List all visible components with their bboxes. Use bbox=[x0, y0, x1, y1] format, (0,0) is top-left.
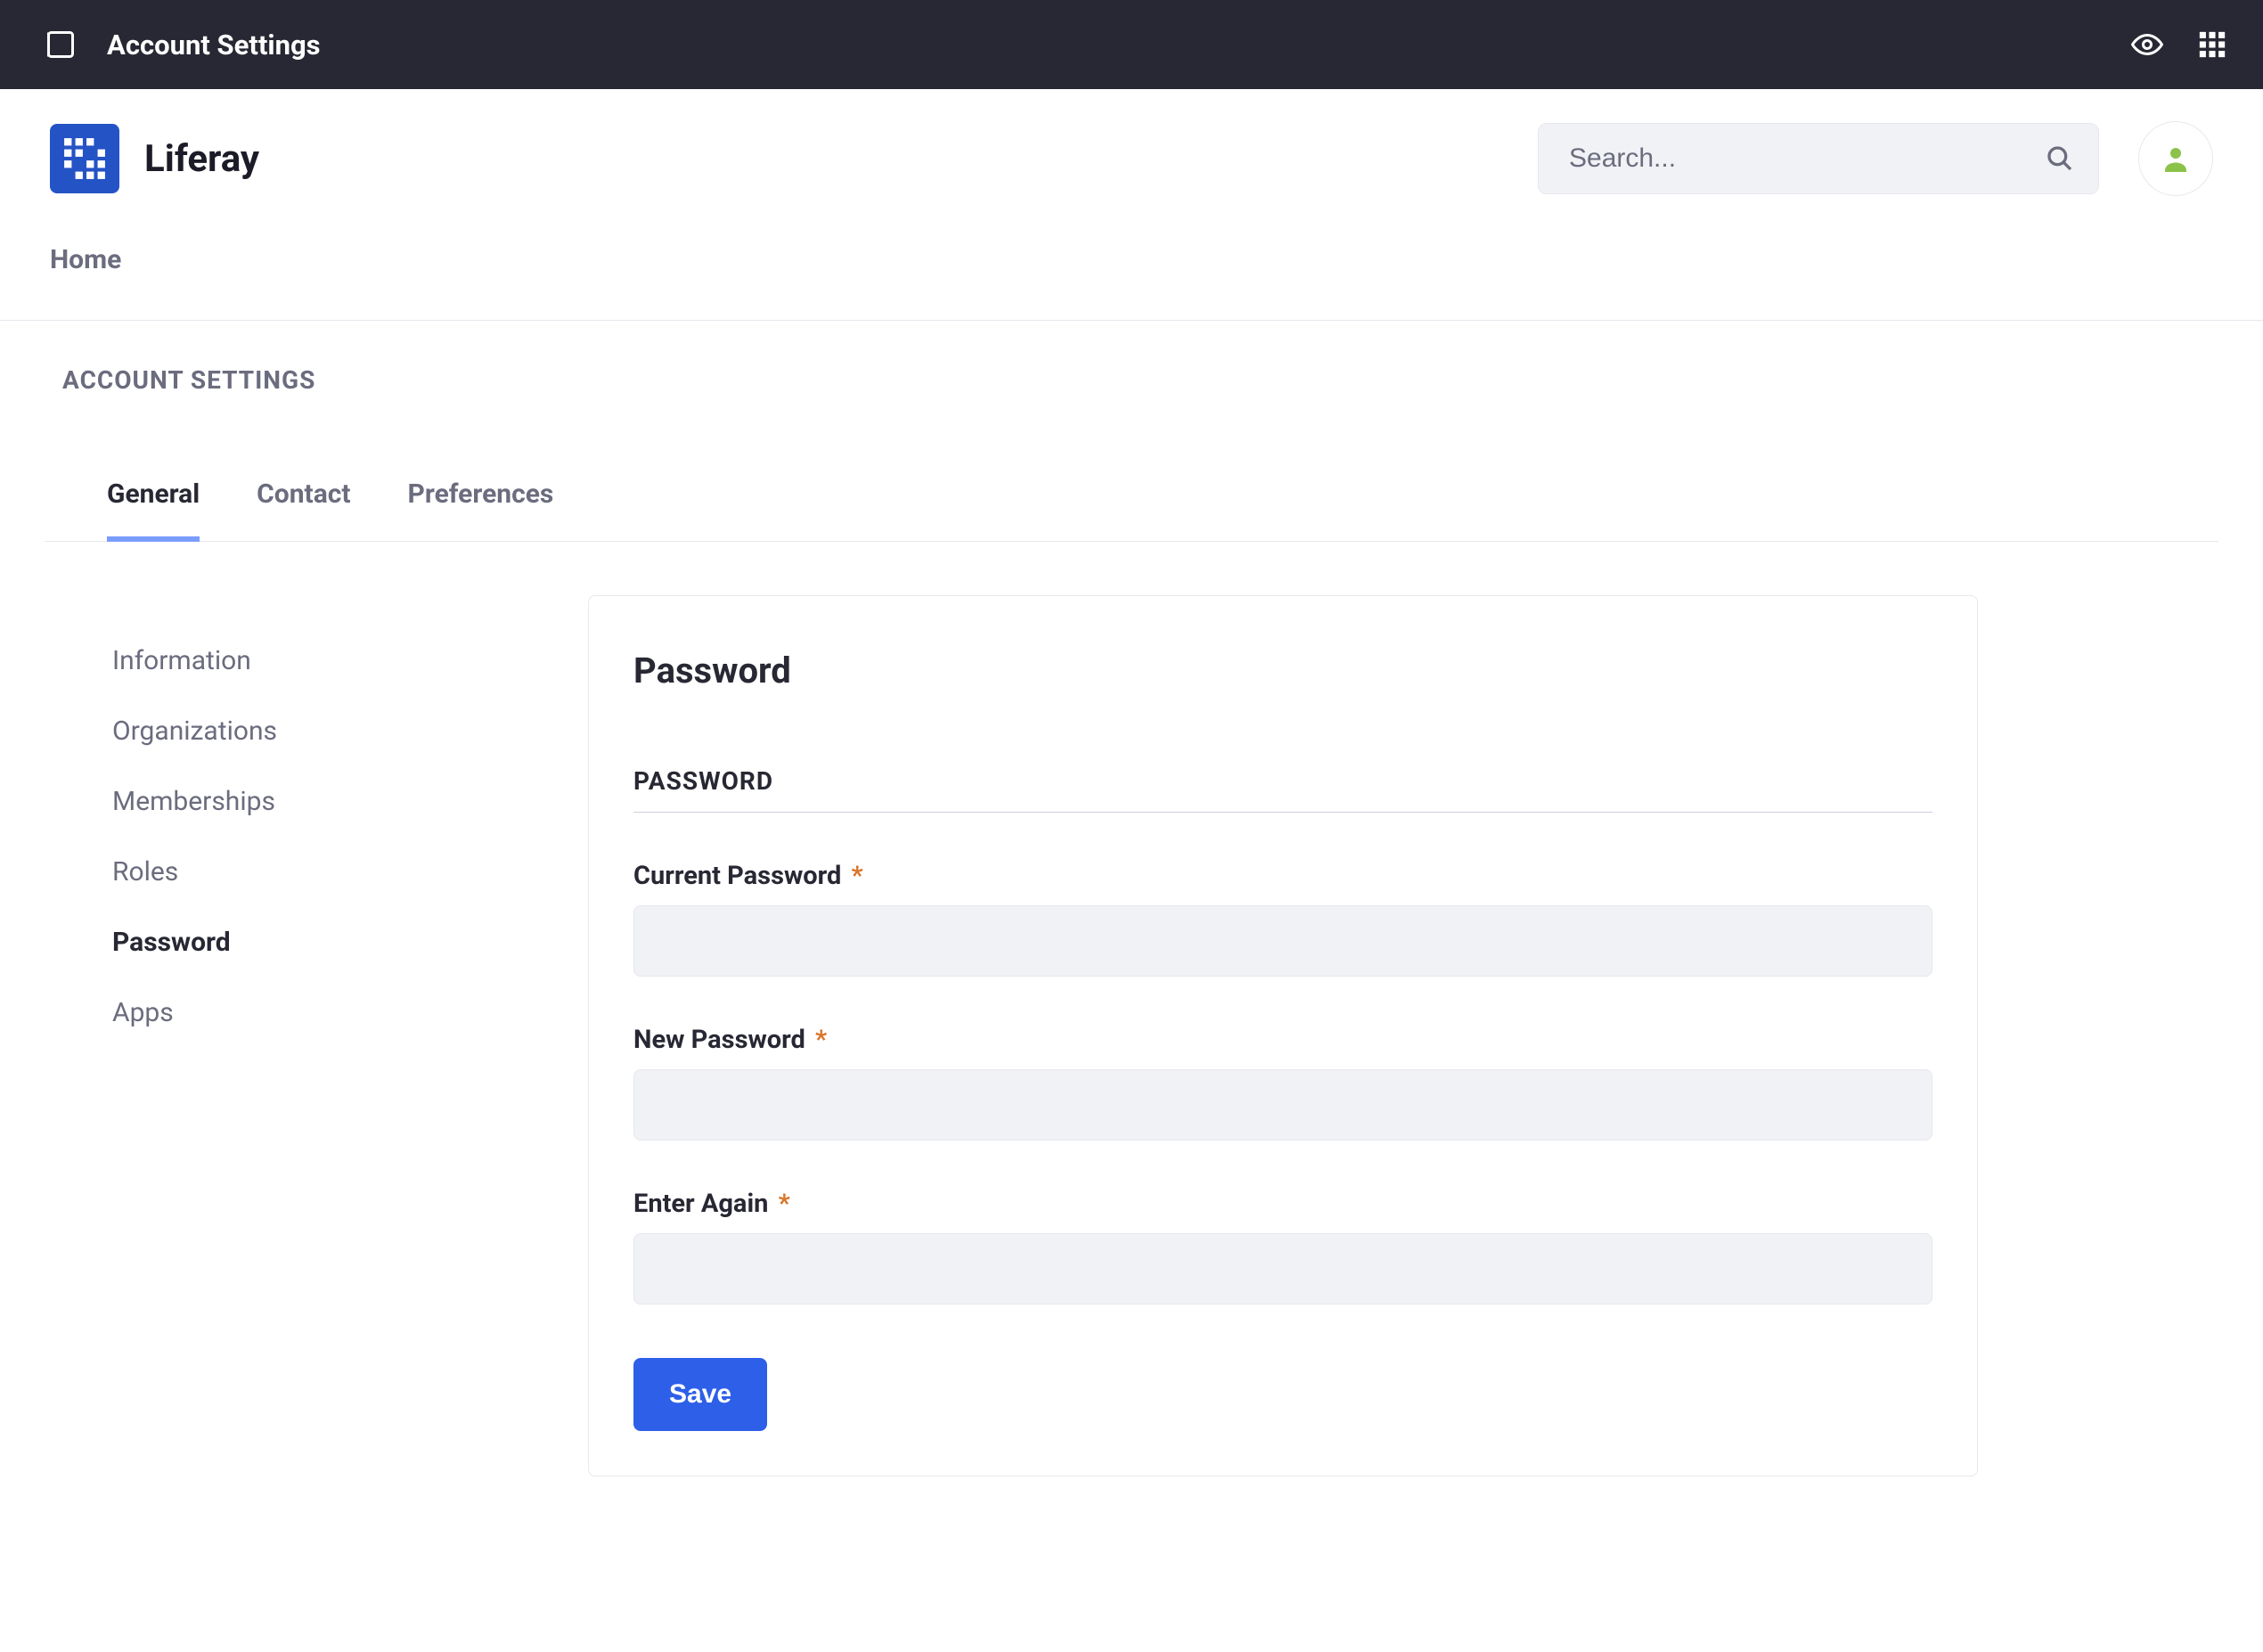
required-mark: * bbox=[852, 861, 863, 891]
brand[interactable]: Liferay bbox=[50, 124, 259, 193]
apps-grid-button[interactable] bbox=[2197, 29, 2227, 60]
new-password-field[interactable] bbox=[633, 1069, 1932, 1141]
topbar-title: Account Settings bbox=[107, 29, 321, 61]
form-group-new-password: New Password * bbox=[633, 1025, 1932, 1141]
required-mark: * bbox=[779, 1189, 790, 1219]
simulation-preview-button[interactable] bbox=[2131, 29, 2163, 61]
primary-nav: Home bbox=[0, 205, 2263, 321]
panel-toggle-button[interactable] bbox=[45, 29, 77, 61]
sidenav-item-password[interactable]: Password bbox=[89, 907, 517, 977]
content: Information Organizations Memberships Ro… bbox=[0, 542, 2263, 1548]
liferay-logo-icon bbox=[62, 136, 107, 181]
new-password-label-text: New Password bbox=[633, 1025, 805, 1055]
search-icon bbox=[2046, 144, 2074, 173]
nav-home[interactable]: Home bbox=[50, 244, 121, 275]
tab-general[interactable]: General bbox=[107, 478, 200, 542]
new-password-label: New Password * bbox=[633, 1025, 1932, 1055]
enter-again-label-text: Enter Again bbox=[633, 1189, 768, 1219]
sidenav-item-organizations[interactable]: Organizations bbox=[89, 696, 517, 766]
topbar: Account Settings bbox=[0, 0, 2263, 89]
sidenav-item-information[interactable]: Information bbox=[89, 626, 517, 696]
sidenav: Information Organizations Memberships Ro… bbox=[89, 595, 517, 1476]
form-group-current-password: Current Password * bbox=[633, 861, 1932, 977]
header-right bbox=[1538, 121, 2213, 196]
tab-preferences[interactable]: Preferences bbox=[408, 478, 554, 542]
sidenav-item-apps[interactable]: Apps bbox=[89, 977, 517, 1048]
save-button[interactable]: Save bbox=[633, 1358, 767, 1431]
current-password-label: Current Password * bbox=[633, 861, 1932, 891]
breadcrumb: ACCOUNT SETTINGS bbox=[0, 321, 2263, 421]
sidenav-item-memberships[interactable]: Memberships bbox=[89, 766, 517, 837]
enter-again-label: Enter Again * bbox=[633, 1189, 1932, 1219]
panel-password: Password PASSWORD Current Password * New… bbox=[588, 595, 1978, 1476]
topbar-left: Account Settings bbox=[45, 29, 321, 61]
topbar-right bbox=[2131, 29, 2227, 61]
grid-icon bbox=[2197, 29, 2227, 60]
panel-title: Password bbox=[633, 650, 1932, 691]
search-button[interactable] bbox=[2046, 123, 2074, 194]
current-password-label-text: Current Password bbox=[633, 861, 841, 891]
search-wrap bbox=[1538, 123, 2099, 194]
user-icon bbox=[2160, 143, 2192, 175]
button-row: Save bbox=[633, 1358, 1932, 1431]
sidebar-panel-icon bbox=[45, 29, 77, 61]
eye-icon bbox=[2131, 29, 2163, 61]
tab-contact[interactable]: Contact bbox=[257, 478, 350, 542]
current-password-field[interactable] bbox=[633, 905, 1932, 977]
user-avatar-button[interactable] bbox=[2138, 121, 2213, 196]
sidenav-item-roles[interactable]: Roles bbox=[89, 837, 517, 907]
tabs: General Contact Preferences bbox=[45, 421, 2218, 542]
site-header: Liferay bbox=[0, 89, 2263, 205]
brand-name: Liferay bbox=[144, 137, 259, 181]
form-group-enter-again: Enter Again * bbox=[633, 1189, 1932, 1304]
search-input[interactable] bbox=[1538, 123, 2099, 194]
fieldset-title: PASSWORD bbox=[633, 766, 1932, 813]
brand-logo bbox=[50, 124, 119, 193]
required-mark: * bbox=[815, 1025, 827, 1055]
enter-again-field[interactable] bbox=[633, 1233, 1932, 1304]
